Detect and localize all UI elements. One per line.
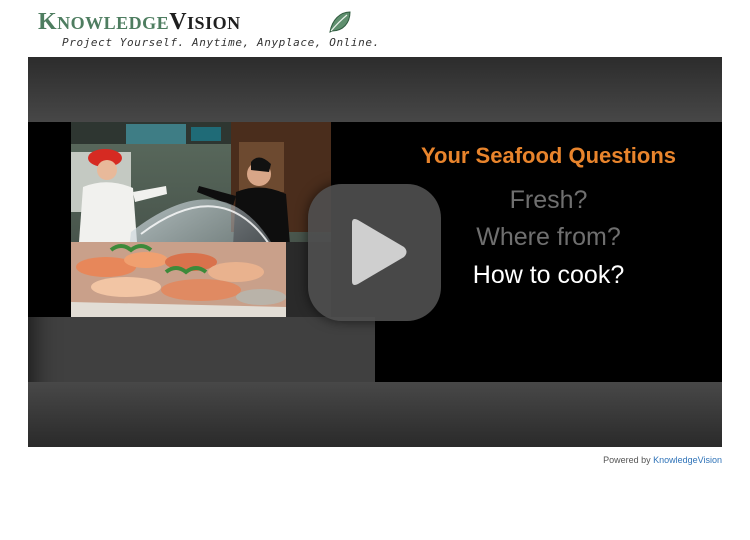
leaf-icon: [329, 11, 351, 33]
knowledgevision-logo: KNOWLEDGEVISION Project Yourself. Anytim…: [38, 8, 379, 50]
video-frame: [71, 122, 331, 317]
powered-by-label: Powered by: [603, 455, 651, 465]
player-top-shade: [28, 57, 722, 122]
tagline: Project Yourself. Anytime, Anyplace, Onl…: [62, 36, 380, 49]
seafood-counter-video-still: [71, 122, 331, 317]
play-button[interactable]: [308, 184, 441, 321]
logo-wordmark: KNOWLEDGEVISION: [38, 10, 241, 34]
player-bottom-shade: [28, 382, 722, 447]
logo-letter-k: K: [38, 9, 58, 35]
logo-letter-v: V: [169, 9, 188, 35]
powered-by: Powered by KnowledgeVision: [603, 455, 722, 465]
knowledgevision-link[interactable]: KnowledgeVision: [653, 455, 722, 465]
logo-knowledge-rest: NOWLEDGE: [57, 13, 170, 33]
play-icon: [352, 219, 407, 285]
video-player[interactable]: Your Seafood Questions Fresh? Where from…: [28, 57, 722, 447]
logo-vision-rest: ISION: [187, 13, 241, 33]
slide-title: Your Seafood Questions: [420, 143, 677, 168]
